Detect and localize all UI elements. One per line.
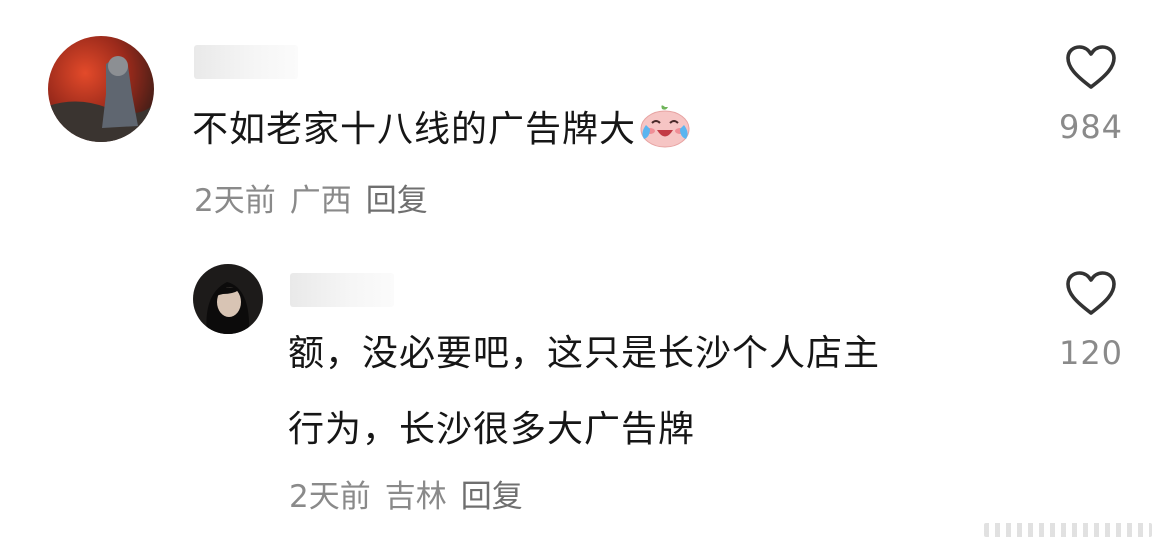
- like-count: 984: [1058, 108, 1124, 146]
- comment-text: 不如老家十八线的广告牌大: [192, 92, 692, 176]
- like-button[interactable]: 984: [1051, 44, 1131, 146]
- watermark: [984, 523, 1152, 537]
- avatar-image: [48, 36, 154, 142]
- avatar-image: [193, 264, 263, 334]
- like-button[interactable]: 120: [1051, 270, 1131, 372]
- comment-meta: 2天前 广西 回复: [194, 175, 442, 220]
- comment-location: 广西: [289, 183, 352, 219]
- reply-text-line-1: 额，没必要吧，这只是长沙个人店主: [288, 333, 881, 374]
- reply-button[interactable]: 回复: [366, 183, 428, 219]
- comment-text-content: 不如老家十八线的广告牌大: [192, 109, 637, 150]
- heart-outline-icon: [1066, 45, 1116, 89]
- reply-text-line-2: 行为，长沙很多大广告牌: [288, 409, 696, 450]
- like-count: 120: [1058, 334, 1124, 372]
- comment-meta: 2天前 吉林 回复: [289, 471, 537, 516]
- username-blurred[interactable]: [194, 45, 298, 79]
- heart-outline-icon: [1066, 271, 1116, 315]
- comment-time: 2天前: [289, 479, 371, 515]
- username-blurred[interactable]: [290, 273, 394, 307]
- comment-time: 2天前: [194, 183, 276, 219]
- avatar[interactable]: [193, 264, 263, 334]
- laughing-crying-peach-emoji: [638, 100, 692, 176]
- avatar[interactable]: [48, 36, 154, 142]
- comment-location: 吉林: [384, 479, 447, 515]
- reply-text: 额，没必要吧，这只是长沙个人店主 行为，长沙很多大广告牌: [288, 316, 880, 468]
- reply-button[interactable]: 回复: [461, 479, 523, 515]
